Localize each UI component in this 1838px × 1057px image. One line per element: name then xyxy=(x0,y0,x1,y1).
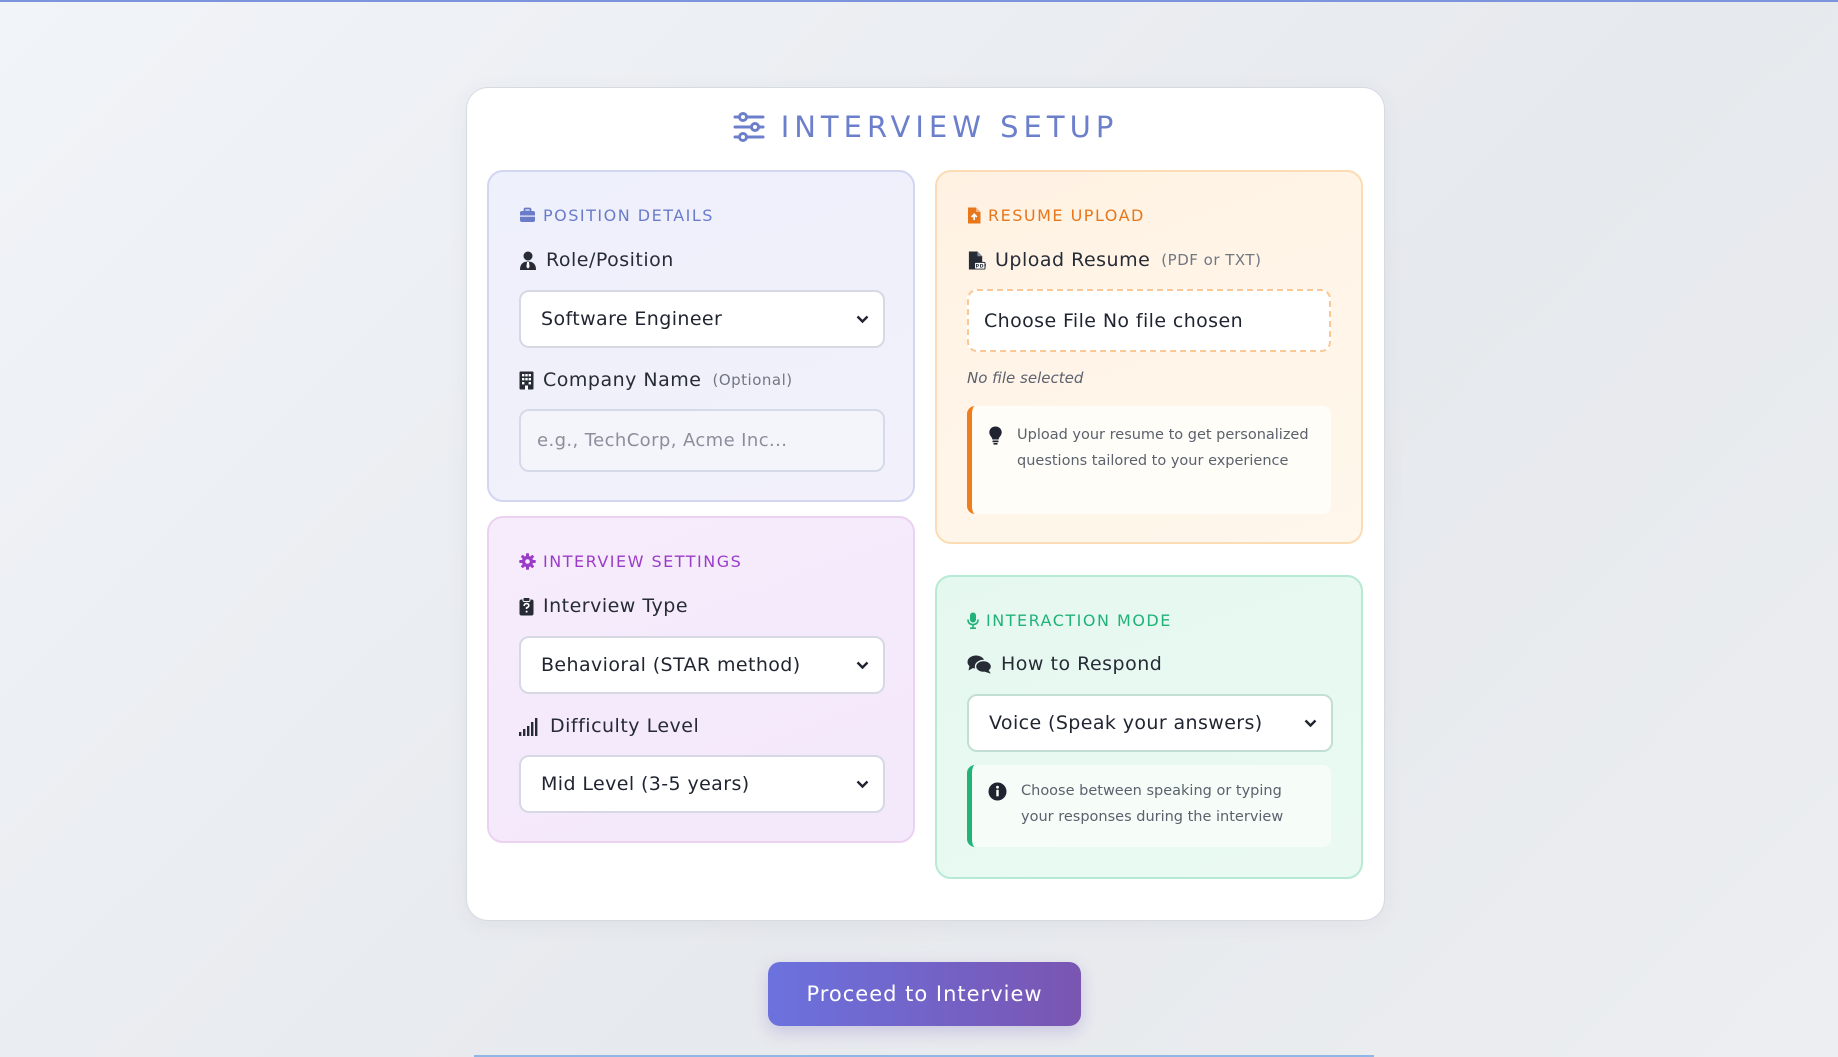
resume-upload-panel: RESUME UPLOAD PDF Upload Resume (PDF or … xyxy=(935,170,1363,544)
clipboard-question-icon xyxy=(519,596,534,615)
difficulty-label: Difficulty Level xyxy=(519,715,699,737)
position-details-heading: POSITION DETAILS xyxy=(519,206,714,225)
page-title: INTERVIEW SETUP xyxy=(467,110,1384,144)
building-icon xyxy=(519,371,534,389)
interaction-mode-tip: Choose between speaking or typing your r… xyxy=(967,765,1331,847)
briefcase-icon xyxy=(520,207,535,222)
upload-resume-label: PDF Upload Resume (PDF or TXT) xyxy=(967,249,1261,271)
comments-icon xyxy=(967,655,992,674)
interaction-mode-heading: INTERACTION MODE xyxy=(967,611,1172,630)
chevron-down-icon xyxy=(856,315,869,323)
resume-tip: Upload your resume to get personalized q… xyxy=(967,406,1331,514)
file-upload-icon xyxy=(968,207,981,224)
chevron-down-icon xyxy=(1304,719,1317,727)
interview-type-label: Interview Type xyxy=(519,595,688,617)
file-pdf-icon: PDF xyxy=(968,250,986,269)
company-name-input[interactable]: e.g., TechCorp, Acme Inc... xyxy=(519,409,885,472)
difficulty-select[interactable]: Mid Level (3-5 years) xyxy=(519,755,885,813)
user-tie-icon xyxy=(520,251,536,270)
microphone-icon xyxy=(967,612,979,629)
position-details-panel: POSITION DETAILS Role/Position Software … xyxy=(487,170,915,502)
svg-text:PDF: PDF xyxy=(976,263,986,269)
gear-icon xyxy=(519,553,536,570)
sliders-icon xyxy=(733,112,765,142)
file-status-text: No file selected xyxy=(967,369,1084,387)
proceed-to-interview-button[interactable]: Proceed to Interview xyxy=(768,962,1081,1026)
resume-file-input[interactable]: Choose File No file chosen xyxy=(967,289,1331,352)
chevron-down-icon xyxy=(856,661,869,669)
resume-upload-heading: RESUME UPLOAD xyxy=(967,206,1145,225)
response-mode-select[interactable]: Voice (Speak your answers) xyxy=(967,694,1333,752)
page-title-text: INTERVIEW SETUP xyxy=(780,110,1119,144)
interview-setup-card: INTERVIEW SETUP POSITION DETAILS Role/Po… xyxy=(466,87,1385,921)
info-circle-icon xyxy=(988,782,1007,801)
role-label: Role/Position xyxy=(519,249,674,271)
interview-type-select[interactable]: Behavioral (STAR method) xyxy=(519,636,885,694)
signal-bars-icon xyxy=(519,717,538,736)
interview-settings-panel: INTERVIEW SETTINGS Interview Type Behavi… xyxy=(487,516,915,843)
company-label: Company Name (Optional) xyxy=(519,369,793,391)
interview-settings-heading: INTERVIEW SETTINGS xyxy=(519,552,742,571)
interaction-mode-panel: INTERACTION MODE How to Respond Voice (S… xyxy=(935,575,1363,879)
top-accent-line xyxy=(0,0,1838,2)
chevron-down-icon xyxy=(856,780,869,788)
lightbulb-icon xyxy=(989,426,1002,445)
role-select[interactable]: Software Engineer xyxy=(519,290,885,348)
how-to-respond-label: How to Respond xyxy=(967,653,1162,675)
